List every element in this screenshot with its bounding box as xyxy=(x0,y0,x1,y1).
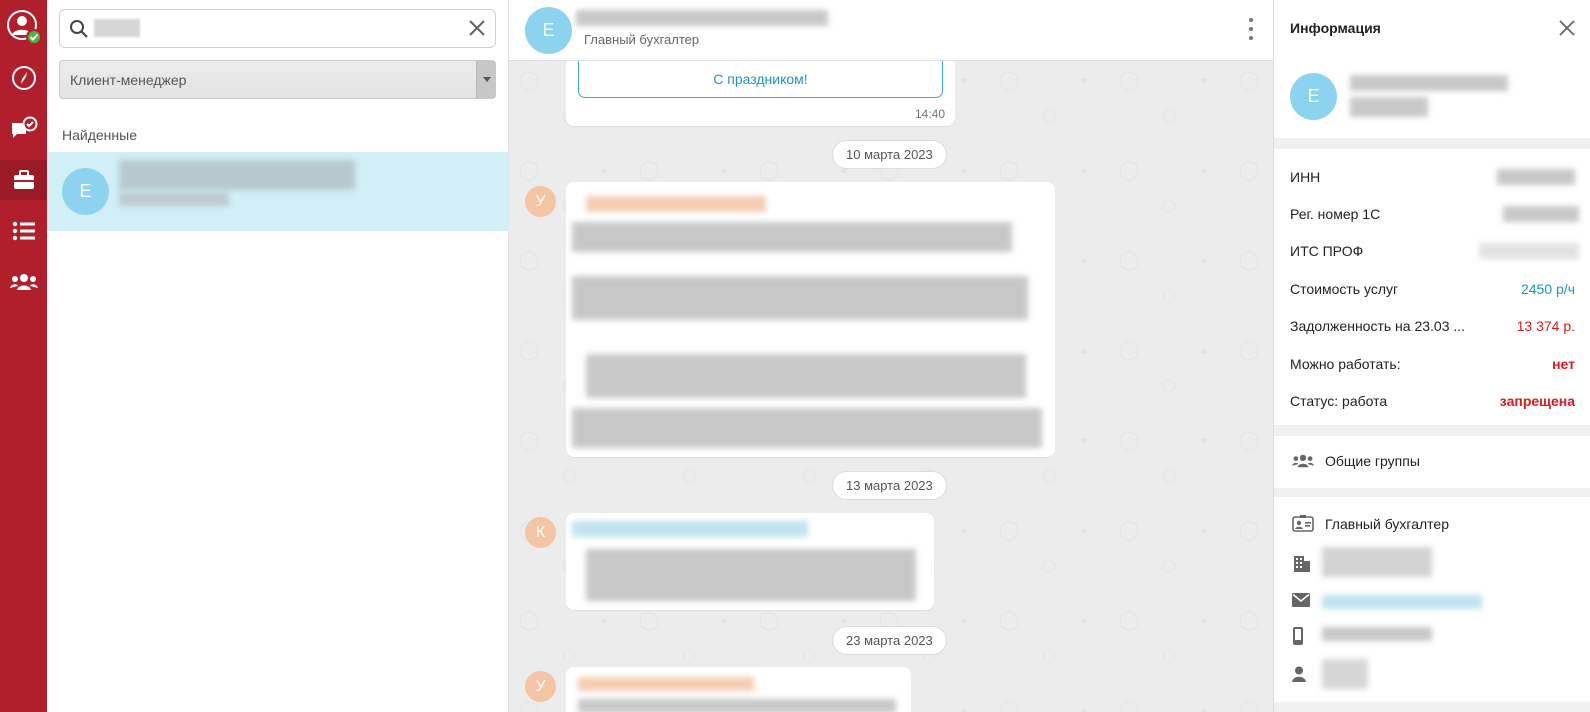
role-filter-value: Клиент-менеджер xyxy=(70,72,187,88)
email-redacted[interactable] xyxy=(1322,595,1482,609)
message-text-redacted xyxy=(586,354,1026,398)
message-author-redacted xyxy=(572,521,808,537)
info-title: Информация xyxy=(1290,20,1381,36)
field-service-cost: Стоимость услуг 2450 р/ч xyxy=(1290,281,1575,301)
greeting-button[interactable]: С праздником! xyxy=(578,61,943,98)
person-icon xyxy=(1292,666,1306,685)
list-icon xyxy=(12,221,36,241)
users-group-icon xyxy=(1292,453,1314,472)
field-label: ИТС ПРОФ xyxy=(1290,243,1364,259)
chat-avatar: Е xyxy=(525,7,572,54)
message-author-redacted xyxy=(586,196,766,212)
chevron-down-icon xyxy=(476,61,495,98)
date-separator: 23 марта 2023 xyxy=(832,626,947,655)
message-bubble: С праздником! 14:40 xyxy=(566,61,955,126)
found-section-label: Найденные xyxy=(62,127,137,143)
role-filter-select[interactable]: Клиент-менеджер xyxy=(59,60,496,99)
rail-item-clients[interactable] xyxy=(0,160,47,200)
info-avatar: Е xyxy=(1290,73,1337,120)
date-separator: 13 марта 2023 xyxy=(832,471,947,500)
field-label: Задолженность на 23.03 ... xyxy=(1290,318,1466,334)
users-group-icon xyxy=(9,272,38,292)
field-label: Стоимость услуг xyxy=(1290,281,1399,297)
result-avatar: Е xyxy=(62,168,109,215)
mail-icon xyxy=(1292,593,1310,610)
phone-redacted[interactable] xyxy=(1322,627,1432,641)
field-value-redacted xyxy=(1479,243,1579,259)
user-online-icon xyxy=(6,9,42,45)
organization-redacted xyxy=(1322,547,1432,577)
result-name-redacted xyxy=(119,160,355,190)
close-icon[interactable] xyxy=(1557,18,1577,41)
search-input[interactable] xyxy=(94,17,454,41)
rail-item-compass[interactable] xyxy=(0,58,47,98)
contact-section: Главный бухгалтер xyxy=(1274,497,1590,702)
field-can-work: Можно работать: нет xyxy=(1290,356,1575,376)
message-text-redacted xyxy=(578,699,896,712)
building-icon xyxy=(1292,554,1312,575)
message-bubble xyxy=(566,667,911,712)
field-its-prof: ИТС ПРОФ xyxy=(1290,243,1579,263)
message-text-redacted xyxy=(586,549,916,601)
field-value-redacted xyxy=(1497,169,1575,185)
compass-icon xyxy=(11,65,37,91)
message-author-redacted xyxy=(578,677,754,691)
field-label: Рег. номер 1С xyxy=(1290,206,1381,222)
app-root: Клиент-менеджер Найденные Е Е Главный бу… xyxy=(0,0,1590,712)
left-rail xyxy=(0,0,47,712)
common-groups-row[interactable]: Общие группы xyxy=(1274,436,1590,488)
common-groups-label: Общие группы xyxy=(1325,453,1420,469)
search-result-item[interactable]: Е xyxy=(47,152,509,231)
message-time: 14:40 xyxy=(914,107,945,121)
field-reg-number: Рег. номер 1С xyxy=(1290,206,1579,226)
chat-panel: Е Главный бухгалтер С праздником! 14:40 … xyxy=(509,0,1273,712)
contact-role: Главный бухгалтер xyxy=(1325,516,1449,532)
search-query-redacted xyxy=(94,19,140,37)
chat-check-icon xyxy=(10,116,38,142)
message-bubble xyxy=(566,182,1055,457)
chat-messages: С праздником! 14:40 10 марта 2023 У 13 м… xyxy=(509,61,1273,712)
message-author-avatar: У xyxy=(525,671,556,702)
search-panel: Клиент-менеджер Найденные Е xyxy=(47,0,509,712)
info-header-section: Информация Е xyxy=(1274,0,1590,138)
message-author-avatar: У xyxy=(525,186,556,217)
clear-search-icon[interactable] xyxy=(468,19,486,40)
info-panel: Информация Е ИНН Рег. номер 1С ИТС ПРОФ xyxy=(1273,0,1590,712)
info-name-redacted xyxy=(1350,97,1428,117)
info-fields-section: ИНН Рег. номер 1С ИТС ПРОФ Стоимость усл… xyxy=(1274,149,1590,425)
field-value: запрещена xyxy=(1499,393,1575,409)
field-debt: Задолженность на 23.03 ... 13 374 р. xyxy=(1290,318,1575,338)
field-inn: ИНН xyxy=(1290,169,1575,189)
search-icon xyxy=(69,19,89,42)
message-text-redacted xyxy=(572,408,1042,448)
chat-title-redacted xyxy=(576,10,828,26)
more-options-icon[interactable] xyxy=(1247,16,1255,42)
chat-header: Е Главный бухгалтер xyxy=(509,0,1273,61)
field-work-status: Статус: работа запрещена xyxy=(1290,393,1575,413)
field-label: ИНН xyxy=(1290,169,1321,185)
message-text-redacted xyxy=(572,222,1012,252)
person-redacted xyxy=(1322,659,1368,689)
field-value: нет xyxy=(1552,356,1575,372)
field-label: Можно работать: xyxy=(1290,356,1401,372)
search-box xyxy=(59,9,496,48)
field-value: 13 374 р. xyxy=(1516,318,1575,334)
field-label: Статус: работа xyxy=(1290,393,1388,409)
message-bubble xyxy=(566,513,934,610)
rail-item-groups[interactable] xyxy=(0,262,47,302)
field-value: 2450 р/ч xyxy=(1520,281,1575,297)
result-subtitle-redacted xyxy=(119,192,229,206)
profile-button[interactable] xyxy=(0,7,47,47)
id-card-icon xyxy=(1292,514,1314,535)
date-separator: 10 марта 2023 xyxy=(832,140,947,169)
rail-item-lists[interactable] xyxy=(0,211,47,251)
message-text-redacted xyxy=(572,276,1028,320)
briefcase-icon xyxy=(12,169,36,191)
message-author-avatar: К xyxy=(525,517,556,548)
rail-item-tasks[interactable] xyxy=(0,109,47,149)
field-value-redacted xyxy=(1503,206,1579,222)
chat-subtitle: Главный бухгалтер xyxy=(584,32,700,47)
info-name-redacted xyxy=(1350,75,1508,91)
phone-icon xyxy=(1292,627,1304,648)
